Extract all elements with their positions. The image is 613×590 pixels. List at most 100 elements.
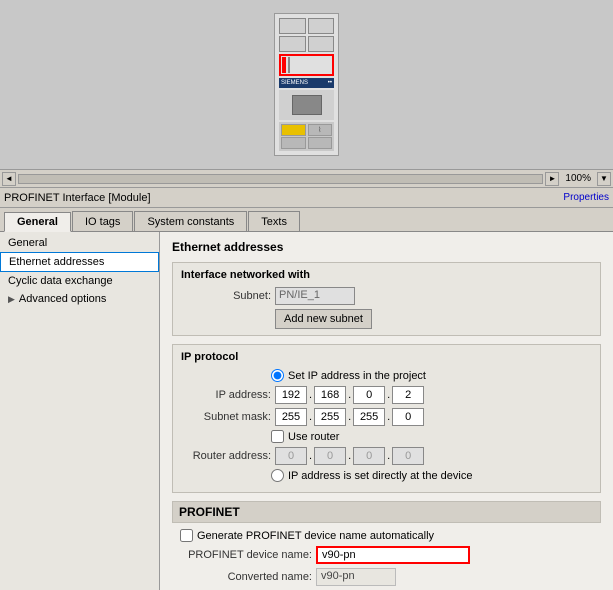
- green-slot-right: [288, 57, 290, 73]
- pn-device-name-label: PROFINET device name:: [172, 549, 312, 561]
- use-router-checkbox[interactable]: [271, 430, 284, 443]
- sidebar-item-cyclic[interactable]: Cyclic data exchange: [0, 272, 159, 290]
- sidebar-label-cyclic: Cyclic data exchange: [8, 275, 113, 287]
- use-router-row[interactable]: Use router: [181, 430, 592, 443]
- device-slots: [279, 18, 334, 52]
- green-slot-left: [282, 57, 286, 73]
- device-widget: SIEMENS •• ⌇: [274, 13, 339, 156]
- pn-device-name-input[interactable]: v90-pn: [316, 546, 470, 564]
- router-part-1[interactable]: [275, 447, 307, 465]
- router-sep-2: .: [348, 450, 351, 462]
- generate-pn-checkbox[interactable]: [180, 529, 193, 542]
- cell-yellow: [281, 124, 306, 136]
- slot-1: [279, 18, 306, 34]
- subnet-label: Subnet:: [181, 290, 271, 302]
- tab-io-tags[interactable]: IO tags: [72, 211, 133, 231]
- set-ip-radio[interactable]: [271, 369, 284, 382]
- device-row-2: [281, 137, 332, 149]
- sidebar-label-advanced: Advanced options: [19, 293, 106, 305]
- router-sep-3: .: [387, 450, 390, 462]
- sidebar-item-ethernet[interactable]: Ethernet addresses: [0, 252, 159, 272]
- ip-protocol-section: IP protocol Set IP address in the projec…: [172, 344, 601, 493]
- advanced-arrow: ▶: [8, 294, 15, 305]
- subnet-mask-group: . . .: [275, 408, 424, 426]
- device-radio-label: IP address is set directly at the device: [288, 470, 472, 482]
- slot-4: [308, 36, 335, 52]
- ip-sep-3: .: [387, 389, 390, 401]
- tab-general[interactable]: General: [4, 212, 71, 232]
- scroll-percentage: 100%: [561, 173, 595, 184]
- use-router-label: Use router: [288, 431, 339, 443]
- set-ip-label: Set IP address in the project: [288, 370, 426, 382]
- router-address-row: Router address: . . .: [181, 447, 592, 465]
- ip-part-3[interactable]: [353, 386, 385, 404]
- device-middle: [279, 90, 334, 120]
- highlighted-slot-row: [279, 54, 334, 76]
- scroll-track[interactable]: [18, 174, 543, 184]
- subnet-value: PN/IE_1: [275, 287, 355, 305]
- subnet-row: Subnet: PN/IE_1: [181, 287, 592, 305]
- device-row-1: ⌇: [281, 124, 332, 136]
- scrollbar-area[interactable]: ◄ ► 100% ▼: [0, 170, 613, 188]
- mask-part-1[interactable]: [275, 408, 307, 426]
- tabs-bar: General IO tags System constants Texts: [0, 208, 613, 232]
- main-content: General Ethernet addresses Cyclic data e…: [0, 232, 613, 590]
- ip-sep-1: .: [309, 389, 312, 401]
- slot-3: [279, 36, 306, 52]
- interface-networked-title: Interface networked with: [181, 269, 592, 281]
- mask-part-3[interactable]: [353, 408, 385, 426]
- scroll-down-btn[interactable]: ▼: [597, 172, 611, 186]
- device-area: SIEMENS •• ⌇: [0, 0, 613, 170]
- cell-connector: ⌇: [308, 124, 333, 136]
- scroll-right-btn[interactable]: ►: [545, 172, 559, 186]
- profinet-section: PROFINET Generate PROFINET device name a…: [172, 501, 601, 586]
- scroll-left-btn[interactable]: ◄: [2, 172, 16, 186]
- router-address-group: . . .: [275, 447, 424, 465]
- device-bottom: ⌇: [279, 122, 334, 151]
- generate-pn-label: Generate PROFINET device name automatica…: [197, 530, 434, 542]
- sidebar-label-ethernet: Ethernet addresses: [9, 256, 104, 268]
- title-bar: PROFINET Interface [Module] Properties: [0, 188, 613, 208]
- tab-texts[interactable]: Texts: [248, 211, 300, 231]
- siemens-label: SIEMENS: [281, 80, 308, 86]
- ip-address-group: . . .: [275, 386, 424, 404]
- ip-address-row: IP address: . . .: [181, 386, 592, 404]
- profinet-title: PROFINET: [172, 501, 601, 523]
- pn-device-name-row: PROFINET device name: v90-pn: [172, 546, 601, 564]
- mask-sep-1: .: [309, 411, 312, 423]
- cell-2b: [308, 137, 333, 149]
- device-display: [292, 95, 322, 115]
- mask-part-4[interactable]: [392, 408, 424, 426]
- tab-system-constants[interactable]: System constants: [134, 211, 247, 231]
- ip-part-2[interactable]: [314, 386, 346, 404]
- device-radio[interactable]: [271, 469, 284, 482]
- generate-pn-row[interactable]: Generate PROFINET device name automatica…: [172, 529, 601, 542]
- router-address-label: Router address:: [181, 450, 271, 462]
- siemens-dots: ••: [328, 80, 332, 86]
- ip-part-1[interactable]: [275, 386, 307, 404]
- router-part-4[interactable]: [392, 447, 424, 465]
- pn-converted-name-row: Converted name: v90-pn: [172, 568, 601, 586]
- sidebar-label-general: General: [8, 237, 47, 249]
- sidebar-item-advanced[interactable]: ▶ Advanced options: [0, 290, 159, 308]
- add-subnet-btn[interactable]: Add new subnet: [275, 309, 372, 329]
- router-sep-1: .: [309, 450, 312, 462]
- mask-sep-3: .: [387, 411, 390, 423]
- siemens-bar: SIEMENS ••: [279, 78, 334, 88]
- slot-2: [308, 18, 335, 34]
- mask-sep-2: .: [348, 411, 351, 423]
- properties-link[interactable]: Properties: [563, 192, 609, 203]
- module-title: PROFINET Interface [Module]: [4, 192, 151, 204]
- cell-2a: [281, 137, 306, 149]
- router-part-2[interactable]: [314, 447, 346, 465]
- set-ip-radio-row[interactable]: Set IP address in the project: [181, 369, 592, 382]
- pn-converted-value: v90-pn: [316, 568, 396, 586]
- sidebar-item-general[interactable]: General: [0, 234, 159, 252]
- ip-part-4[interactable]: [392, 386, 424, 404]
- subnet-mask-label: Subnet mask:: [181, 411, 271, 423]
- mask-part-2[interactable]: [314, 408, 346, 426]
- router-part-3[interactable]: [353, 447, 385, 465]
- subnet-mask-row: Subnet mask: . . .: [181, 408, 592, 426]
- device-radio-row[interactable]: IP address is set directly at the device: [181, 469, 592, 482]
- pn-converted-label: Converted name:: [172, 571, 312, 583]
